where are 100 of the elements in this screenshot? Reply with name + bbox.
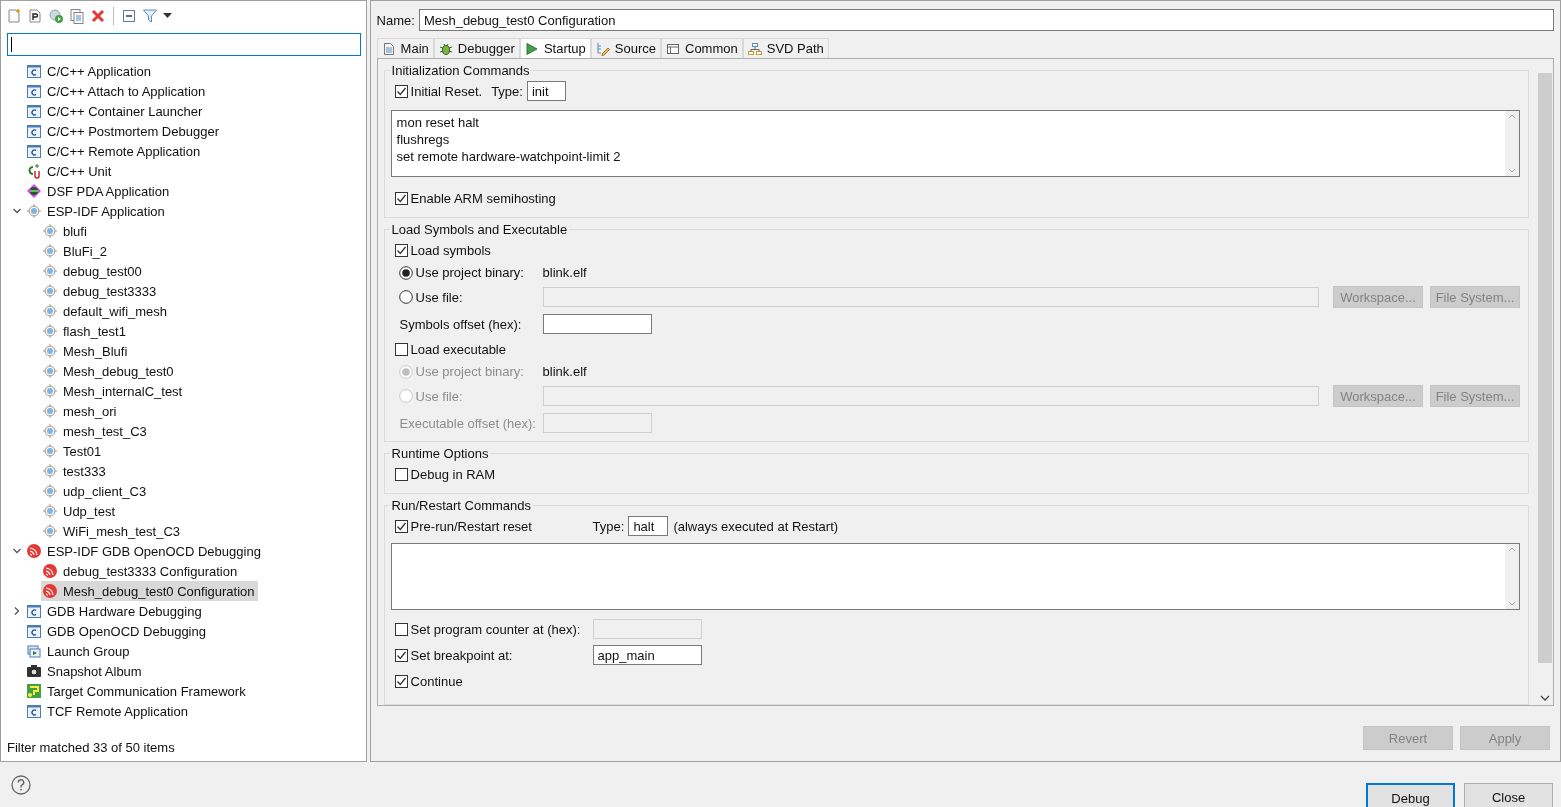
filter-status: Filter matched 33 of 50 items [6,740,176,757]
tree-item[interactable]: debug_test00 [41,261,145,281]
tree-item[interactable]: Udp_test [41,501,119,521]
tree-item[interactable]: blufi [41,221,90,241]
tab[interactable]: Source [590,38,661,58]
chevron-down-icon[interactable] [1540,695,1550,701]
copy-icon[interactable] [69,8,85,24]
text-field[interactable]: app_main [592,645,702,665]
table-icon [666,41,680,56]
checkbox[interactable] [394,674,408,688]
filter-icon[interactable] [142,8,158,24]
new-prototype-icon[interactable] [27,8,43,24]
tree-item[interactable]: udp_client_C3 [41,481,150,501]
filter-field[interactable] [7,33,361,56]
tree-item[interactable]: Snapshot Album [25,661,145,681]
checkbox-label: Pre-run/Restart reset [410,518,532,534]
tree-item[interactable]: C/C++ Container Launcher [25,101,206,121]
radio-label: Use file: [415,289,463,305]
checkbox[interactable] [394,622,408,636]
checkbox[interactable] [394,342,408,356]
target-icon [42,323,58,339]
dialog-button[interactable]: Close [1464,783,1553,807]
tab[interactable]: Startup [519,38,591,58]
checkbox[interactable] [394,243,408,257]
tree-item[interactable]: default_wifi_mesh [41,301,171,321]
tree-item[interactable]: Mesh_debug_test0 Configuration [41,581,258,601]
checkbox-label: Continue [410,673,463,689]
tree-item[interactable]: mesh_test_C3 [41,421,150,441]
tree-item[interactable]: BluFi_2 [41,241,111,261]
c-file-icon [26,83,42,99]
spiral-logo-icon [42,563,58,579]
tree-item[interactable]: Mesh_internalC_test [41,381,186,401]
tab[interactable]: Main [376,38,434,58]
tab[interactable]: SVD Path [742,38,829,58]
target-icon [42,343,58,359]
tree-item[interactable]: C/C++ Attach to Application [25,81,209,101]
name-label: Name: [376,12,415,28]
tree-item[interactable]: Mesh_Blufi [41,341,131,361]
c-file-icon [26,143,42,159]
bug-badge-icon [26,183,42,199]
help-icon[interactable] [11,775,31,795]
radio-button[interactable] [398,265,413,280]
tab[interactable]: Common [661,38,743,58]
tree-item[interactable]: ESP-IDF Application [25,201,168,221]
text-field[interactable]: halt [628,516,669,536]
checkbox[interactable] [394,648,408,662]
checkbox-label: Debug in RAM [410,466,496,482]
target-icon [42,403,58,419]
target-icon [42,263,58,279]
text-field[interactable] [542,314,652,334]
radio-button[interactable] [398,290,413,304]
tab[interactable]: Debugger [433,38,520,58]
tree-item[interactable]: flash_test1 [41,321,129,341]
type-label: Type: [491,83,523,99]
tree-item[interactable]: ESP-IDF GDB OpenOCD Debugging [25,541,264,561]
checkbox[interactable] [394,191,408,205]
delete-icon[interactable] [90,8,106,24]
c-file-icon [26,603,42,619]
checkbox[interactable] [394,84,408,98]
tree-item[interactable]: Launch Group [25,641,133,661]
target-icon [42,303,58,319]
target-icon [26,203,42,219]
tree-item[interactable]: GDB Hardware Debugging [25,601,205,621]
target-icon [42,363,58,379]
tree-item[interactable]: Target Communication Framework [25,681,249,701]
tree-item[interactable]: DSF PDA Application [25,181,173,201]
checkbox[interactable] [394,519,408,533]
dialog-button[interactable]: Debug [1366,783,1455,807]
tree-item[interactable]: debug_test3333 Configuration [41,561,241,581]
section-title: Load Symbols and Executable [390,222,569,237]
c-file-icon [26,103,42,119]
tree-item[interactable]: Test01 [41,441,105,461]
tree-item[interactable]: C/C++ Postmortem Debugger [25,121,222,141]
checkbox-label: Load symbols [410,242,491,258]
offset-label: Symbols offset (hex): [398,316,523,332]
radio-label: Use file: [415,388,463,404]
tree-item[interactable]: C/C++ Application [25,61,155,81]
tree-item[interactable]: mesh_ori [41,401,120,421]
play-icon [524,41,539,56]
target-icon [42,383,58,399]
type-label: Type: [592,518,625,534]
collapse-all-icon[interactable] [121,8,137,24]
tree-item[interactable]: Mesh_debug_test0 [41,361,177,381]
section-title: Run/Restart Commands [390,498,533,513]
binary-name: blink.elf [542,265,588,280]
dropdown-caret-icon[interactable] [163,13,172,19]
tree-item[interactable]: GDB OpenOCD Debugging [25,621,209,641]
section-title: Initialization Commands [390,63,531,78]
text-field[interactable]: init [526,81,566,101]
checkbox[interactable] [394,467,408,481]
tree-item[interactable]: WiFi_mesh_test_C3 [41,521,184,541]
tree-item[interactable]: debug_test3333 [41,281,160,301]
checkbox-label: Initial Reset. [410,83,483,99]
tree-item[interactable]: C/C++ Unit [25,161,115,181]
tree-item[interactable]: C/C++ Remote Application [25,141,204,161]
name-field[interactable]: Mesh_debug_test0 Configuration [418,9,1554,31]
tree-item[interactable]: TCF Remote Application [25,701,191,721]
tree-item[interactable]: test333 [41,461,109,481]
bug-icon [438,41,453,56]
target-icon [42,283,58,299]
